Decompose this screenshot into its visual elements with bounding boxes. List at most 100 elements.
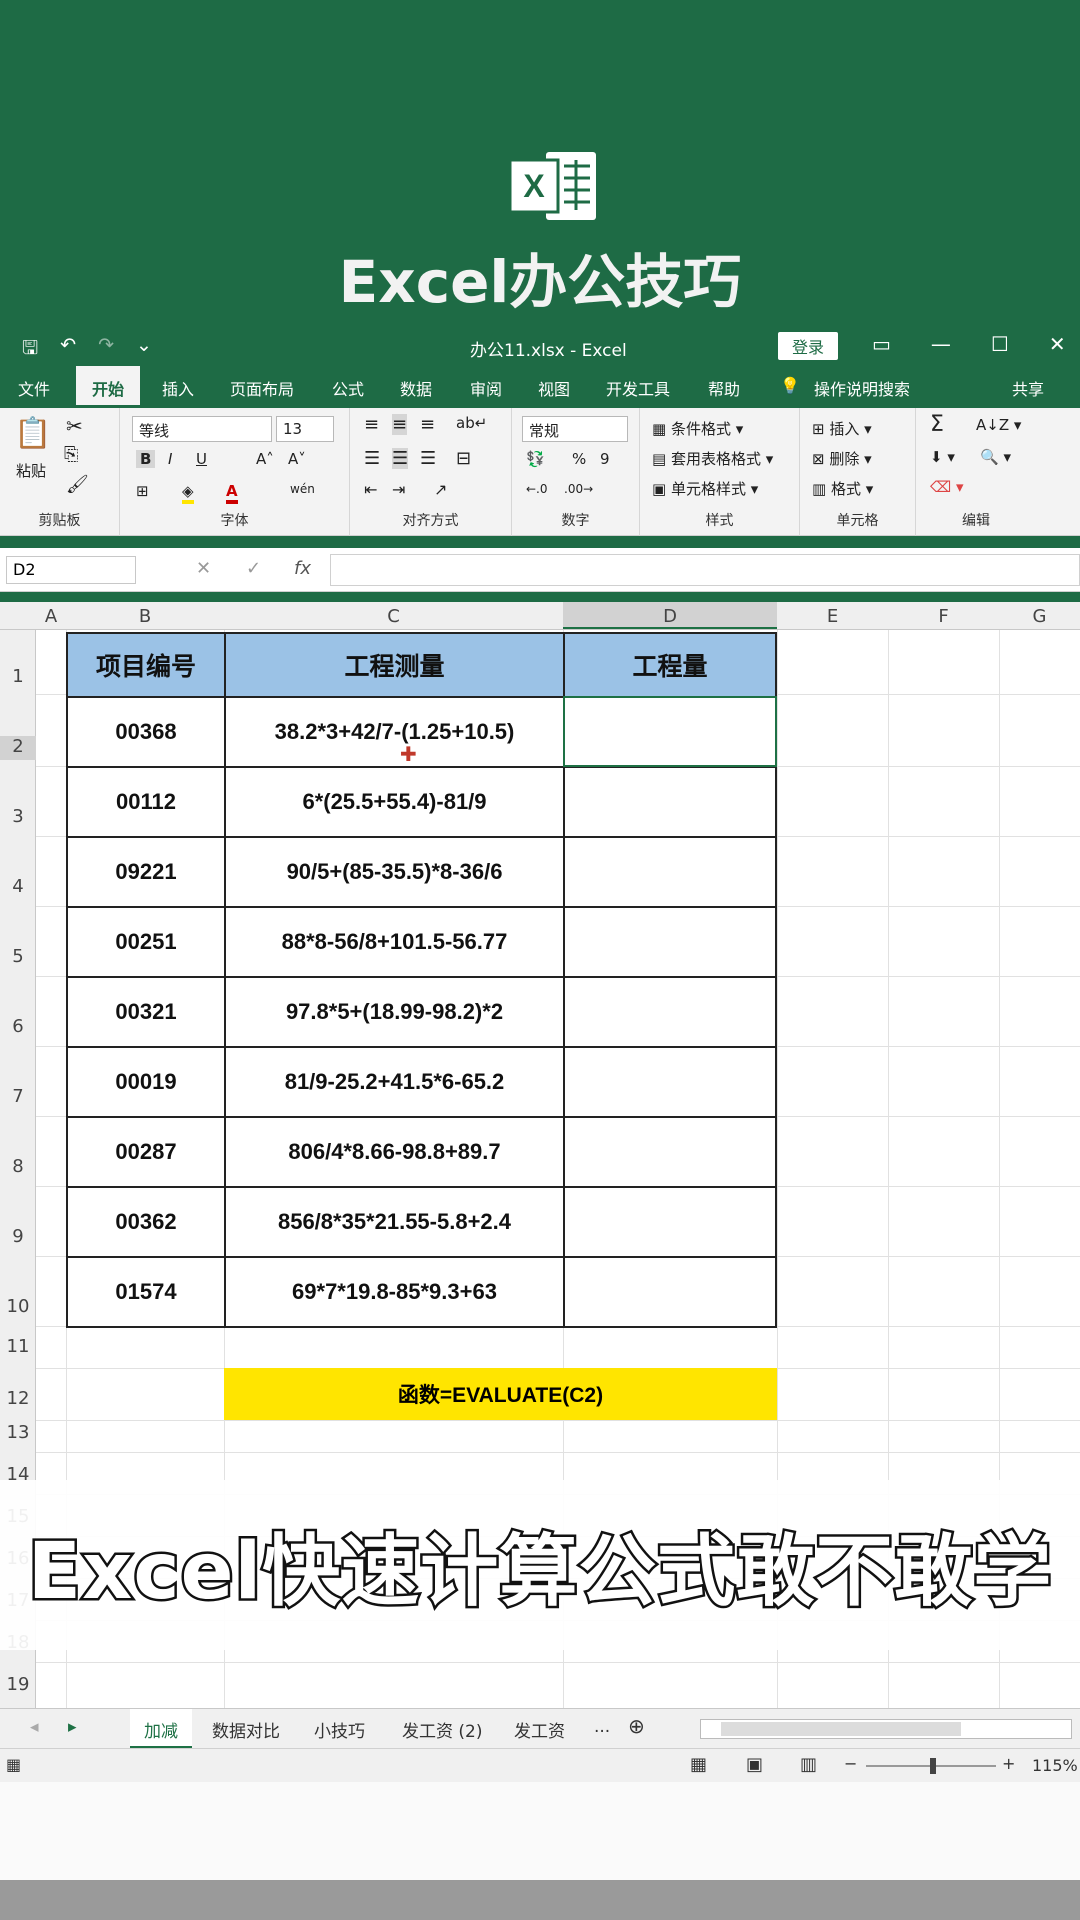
table-cell[interactable]: 00019 (68, 1048, 224, 1116)
table-cell[interactable]: 00368 (68, 698, 224, 766)
orientation-icon[interactable]: ↗ (434, 480, 447, 499)
autosum-icon[interactable]: Σ (930, 412, 944, 437)
macro-record-icon[interactable]: ▦ (6, 1755, 21, 1774)
page-break-view-icon[interactable]: ▥ (800, 1754, 817, 1775)
zoom-slider-thumb[interactable] (930, 1758, 936, 1774)
font-color-icon[interactable]: A (226, 482, 238, 504)
align-right-icon[interactable]: ☰ (420, 448, 436, 469)
row-header[interactable]: 11 (0, 1336, 36, 1357)
table-cell[interactable]: 00321 (68, 978, 224, 1046)
worksheet[interactable]: A B C D E F G 1 2 3 4 5 6 7 8 9 10 11 12… (0, 602, 1080, 1708)
decrease-decimal-icon[interactable]: .00→ (564, 482, 593, 496)
add-sheet-icon[interactable]: ⊕ (628, 1714, 645, 1738)
row-header[interactable]: 12 (0, 1388, 36, 1409)
sheet-tab[interactable]: 数据对比 (212, 1717, 280, 1742)
table-cell[interactable]: 00112 (68, 768, 224, 836)
header-cell[interactable]: 项目编号 (68, 634, 224, 696)
row-header[interactable]: 8 (0, 1156, 36, 1177)
currency-icon[interactable]: 💱 (526, 450, 545, 468)
underline-button[interactable]: U (196, 450, 207, 468)
tab-review[interactable]: 审阅 (470, 376, 502, 400)
share-button[interactable]: 共享 (1012, 376, 1044, 400)
wrap-text-icon[interactable]: ab↵ (456, 414, 487, 432)
table-cell[interactable]: 806/4*8.66-98.8+89.7 (226, 1118, 563, 1186)
row-header[interactable]: 9 (0, 1226, 36, 1247)
table-cell[interactable] (565, 1118, 775, 1186)
row-header[interactable]: 4 (0, 876, 36, 897)
row-header[interactable]: 3 (0, 806, 36, 827)
fill-color-icon[interactable]: ◈ (182, 482, 194, 504)
table-cell[interactable]: 90/5+(85-35.5)*8-36/6 (226, 838, 563, 906)
align-middle-icon[interactable]: ≡ (392, 414, 408, 435)
horizontal-scrollbar[interactable] (700, 1719, 1072, 1739)
align-left-icon[interactable]: ☰ (364, 448, 380, 469)
table-cell[interactable]: 69*7*19.8-85*9.3+63 (226, 1258, 563, 1326)
selected-cell-d2[interactable] (563, 696, 777, 767)
table-cell[interactable]: 09221 (68, 838, 224, 906)
tab-view[interactable]: 视图 (538, 376, 570, 400)
zoom-slider[interactable] (866, 1758, 996, 1774)
align-bottom-icon[interactable]: ≡ (420, 414, 435, 435)
sheet-tab-active[interactable]: 加减 (130, 1709, 192, 1749)
row-header[interactable]: 1 (0, 666, 36, 687)
cut-icon[interactable]: ✂ (66, 414, 83, 438)
sort-filter-icon[interactable]: A↓Z ▾ (976, 416, 1021, 434)
grow-font-button[interactable]: A˄ (256, 450, 274, 468)
find-icon[interactable]: 🔍 ▾ (980, 448, 1011, 466)
header-cell[interactable]: 工程量 (565, 634, 775, 696)
table-cell[interactable]: 88*8-56/8+101.5-56.77 (226, 908, 563, 976)
delete-cells-button[interactable]: ⊠ 删除 ▾ (812, 448, 872, 469)
percent-button[interactable]: % (572, 450, 586, 468)
login-button[interactable]: 登录 (778, 332, 839, 360)
sheet-tab[interactable]: 发工资 (514, 1717, 565, 1742)
enter-icon[interactable]: ✓ (246, 558, 261, 579)
column-header-g[interactable]: G (999, 606, 1080, 627)
paste-button[interactable]: 粘贴 (16, 460, 46, 481)
table-cell[interactable]: 38.2*3+42/7-(1.25+10.5) (226, 698, 563, 766)
tab-page-layout[interactable]: 页面布局 (230, 376, 294, 400)
conditional-format-button[interactable]: ▦ 条件格式 ▾ (652, 418, 743, 439)
cell-style-button[interactable]: ▣ 单元格样式 ▾ (652, 478, 758, 499)
table-cell[interactable] (565, 1188, 775, 1256)
ribbon-display-icon[interactable]: ▭ (872, 332, 891, 356)
formula-note[interactable]: 函数=EVALUATE(C2) (224, 1368, 777, 1420)
table-cell[interactable]: 00287 (68, 1118, 224, 1186)
tab-file[interactable]: 文件 (18, 376, 50, 400)
bold-button[interactable]: B (136, 450, 156, 468)
lightbulb-icon[interactable]: 💡 (780, 376, 800, 395)
sheet-tab[interactable]: 发工资 (2) (402, 1717, 482, 1742)
row-header[interactable]: 19 (0, 1674, 36, 1695)
customize-quick-access-icon[interactable]: ⌄ (136, 334, 152, 366)
zoom-in-button[interactable]: + (1002, 1754, 1015, 1773)
fill-icon[interactable]: ⬇ ▾ (930, 448, 955, 466)
font-name-select[interactable]: 等线 (132, 416, 272, 442)
column-header-a[interactable]: A (36, 606, 66, 627)
table-format-button[interactable]: ▤ 套用表格格式 ▾ (652, 448, 773, 469)
insert-function-icon[interactable]: fx (294, 558, 311, 579)
tab-help[interactable]: 帮助 (708, 376, 740, 400)
paste-icon[interactable]: 📋 (14, 416, 51, 451)
table-cell[interactable]: 856/8*35*21.55-5.8+2.4 (226, 1188, 563, 1256)
table-cell[interactable]: 01574 (68, 1258, 224, 1326)
prev-sheet-icon[interactable]: ◂ (30, 1717, 39, 1737)
tab-home[interactable]: 开始 (76, 366, 141, 408)
normal-view-icon[interactable]: ▦ (690, 1754, 707, 1775)
zoom-out-button[interactable]: − (844, 1754, 857, 1773)
tab-data[interactable]: 数据 (400, 376, 432, 400)
align-top-icon[interactable]: ≡ (364, 414, 379, 435)
table-cell[interactable] (565, 1048, 775, 1116)
row-header[interactable]: 13 (0, 1422, 36, 1443)
format-cells-button[interactable]: ▥ 格式 ▾ (812, 478, 873, 499)
more-sheets-button[interactable]: ... (594, 1717, 610, 1737)
redo-icon[interactable]: ↷ (98, 334, 114, 366)
increase-indent-icon[interactable]: ⇥ (392, 480, 405, 499)
page-layout-view-icon[interactable]: ▣ (746, 1754, 763, 1775)
column-header-e[interactable]: E (777, 606, 888, 627)
decrease-indent-icon[interactable]: ⇤ (364, 480, 377, 499)
table-cell[interactable]: 97.8*5+(18.99-98.2)*2 (226, 978, 563, 1046)
table-cell[interactable] (565, 1258, 775, 1326)
formula-input[interactable] (330, 554, 1080, 586)
undo-icon[interactable]: ↶ (60, 334, 76, 366)
close-button[interactable]: ✕ (1049, 332, 1066, 356)
align-center-icon[interactable]: ☰ (392, 448, 409, 469)
